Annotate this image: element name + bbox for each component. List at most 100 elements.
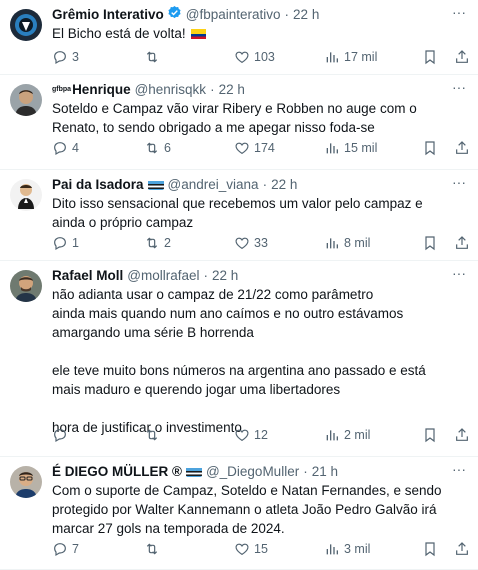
reply-button[interactable]: 4 (52, 140, 79, 156)
tweet-header: Rafael Moll @mollrafael · 22 h ··· (52, 265, 466, 285)
reply-icon (54, 237, 66, 251)
timestamp[interactable]: 22 h (219, 82, 245, 97)
bookmark-button[interactable] (422, 541, 438, 557)
bookmark-button[interactable] (422, 235, 438, 251)
share-button[interactable] (454, 140, 470, 156)
author-name[interactable]: É DIEGO MÜLLER ® (52, 464, 182, 479)
more-options-icon[interactable]: ··· (452, 265, 466, 281)
bookmark-icon (425, 236, 435, 251)
reply-icon (54, 429, 66, 443)
tweet[interactable]: Pai da Isadora @andrei_viana · 22 h ··· … (0, 170, 478, 261)
author-handle[interactable]: @andrei_viana (168, 177, 259, 192)
reply-button[interactable]: 7 (52, 541, 79, 557)
share-button[interactable] (454, 541, 470, 557)
tweet-text: não adianta usar o campaz de 21/22 como … (52, 287, 426, 435)
tweet[interactable]: É DIEGO MÜLLER ® @_DiegoMuller · 21 h ··… (0, 457, 478, 570)
author-handle[interactable]: @_DiegoMuller (206, 464, 299, 479)
timestamp[interactable]: 22 h (271, 177, 297, 192)
like-button[interactable]: 174 (234, 140, 275, 156)
retweet-button[interactable] (144, 541, 164, 557)
more-options-icon[interactable]: ··· (452, 174, 466, 190)
share-button[interactable] (454, 49, 470, 65)
views-button[interactable]: 3 mil (324, 541, 370, 557)
separator-dot: · (303, 463, 308, 479)
retweet-button[interactable] (144, 49, 164, 65)
tweet-feed: Grêmio Interativo @fbpainterativo · 22 h… (0, 0, 478, 570)
tweet[interactable]: Grêmio Interativo @fbpainterativo · 22 h… (0, 0, 478, 75)
reply-button[interactable] (52, 427, 72, 443)
share-icon (456, 236, 468, 249)
avatar[interactable] (10, 179, 42, 211)
tweet-header: gfbpaHenrique @henrisqkk · 22 h ··· (52, 79, 466, 99)
gremio-flag-icon (185, 466, 202, 477)
avatar[interactable] (10, 9, 42, 41)
like-button[interactable]: 15 (234, 541, 268, 557)
reply-count: 1 (72, 236, 79, 250)
views-button[interactable]: 17 mil (324, 49, 377, 65)
author-handle[interactable]: @fbpainterativo (186, 7, 281, 22)
more-options-icon[interactable]: ··· (452, 79, 466, 95)
like-count: 33 (254, 236, 268, 250)
heart-icon (235, 543, 249, 556)
bookmark-button[interactable] (422, 49, 438, 65)
share-button[interactable] (454, 235, 470, 251)
avatar[interactable] (10, 270, 42, 302)
share-icon (456, 542, 468, 555)
avatar[interactable] (10, 466, 42, 498)
gremio-flag-icon (147, 179, 164, 190)
author-name[interactable]: Grêmio Interativo (52, 7, 164, 22)
tweet-actions: 12 2 mil (52, 425, 468, 445)
verified-badge-icon (167, 5, 182, 23)
author-name[interactable]: Pai da Isadora (52, 177, 144, 192)
timestamp[interactable]: 22 h (293, 7, 319, 22)
timestamp[interactable]: 22 h (212, 268, 238, 283)
view-count: 8 mil (344, 236, 371, 250)
views-icon (326, 430, 338, 441)
bookmark-button[interactable] (422, 427, 438, 443)
like-count: 12 (254, 428, 268, 442)
tweet[interactable]: Rafael Moll @mollrafael · 22 h ··· não a… (0, 261, 478, 457)
tweet-actions: 4 6 174 15 mil (52, 138, 468, 158)
like-button[interactable]: 33 (234, 235, 268, 251)
view-count: 17 mil (344, 50, 378, 64)
share-icon (456, 141, 468, 154)
separator-dot: · (262, 176, 268, 192)
reply-button[interactable]: 3 (52, 49, 79, 65)
reply-count: 4 (72, 141, 79, 155)
tweet-text-content: El Bicho está de volta! (52, 26, 190, 41)
heart-icon (235, 142, 249, 155)
share-button[interactable] (454, 427, 470, 443)
views-icon (326, 238, 338, 249)
views-button[interactable]: 8 mil (324, 235, 370, 251)
retweet-button[interactable]: 2 (144, 235, 171, 251)
retweet-button[interactable] (144, 427, 164, 443)
share-icon (456, 50, 468, 63)
reply-button[interactable]: 1 (52, 235, 79, 251)
tweet-text: El Bicho está de volta! (52, 24, 466, 43)
more-options-icon[interactable]: ··· (452, 461, 466, 477)
views-button[interactable]: 15 mil (324, 140, 377, 156)
views-button[interactable]: 2 mil (324, 427, 370, 443)
views-icon (326, 52, 338, 63)
tweet[interactable]: gfbpaHenrique @henrisqkk · 22 h ··· Sote… (0, 75, 478, 170)
bookmark-icon (425, 428, 435, 443)
view-count: 3 mil (344, 542, 371, 556)
author-handle[interactable]: @henrisqkk (135, 82, 206, 97)
timestamp[interactable]: 21 h (312, 464, 338, 479)
retweet-icon (146, 543, 158, 555)
author-name[interactable]: Rafael Moll (52, 268, 123, 283)
retweet-icon (146, 142, 158, 154)
tweet-actions: 3 103 17 mil (52, 47, 468, 67)
author-name[interactable]: gfbpaHenrique (52, 82, 131, 97)
heart-icon (235, 237, 249, 250)
tweet-actions: 1 2 33 8 mil (52, 233, 468, 253)
reply-icon (54, 543, 66, 557)
author-handle[interactable]: @mollrafael (127, 268, 199, 283)
avatar[interactable] (10, 84, 42, 116)
more-options-icon[interactable]: ··· (452, 4, 466, 20)
bookmark-button[interactable] (422, 140, 438, 156)
like-button[interactable]: 103 (234, 49, 275, 65)
bookmark-icon (425, 141, 435, 156)
retweet-button[interactable]: 6 (144, 140, 171, 156)
like-button[interactable]: 12 (234, 427, 268, 443)
